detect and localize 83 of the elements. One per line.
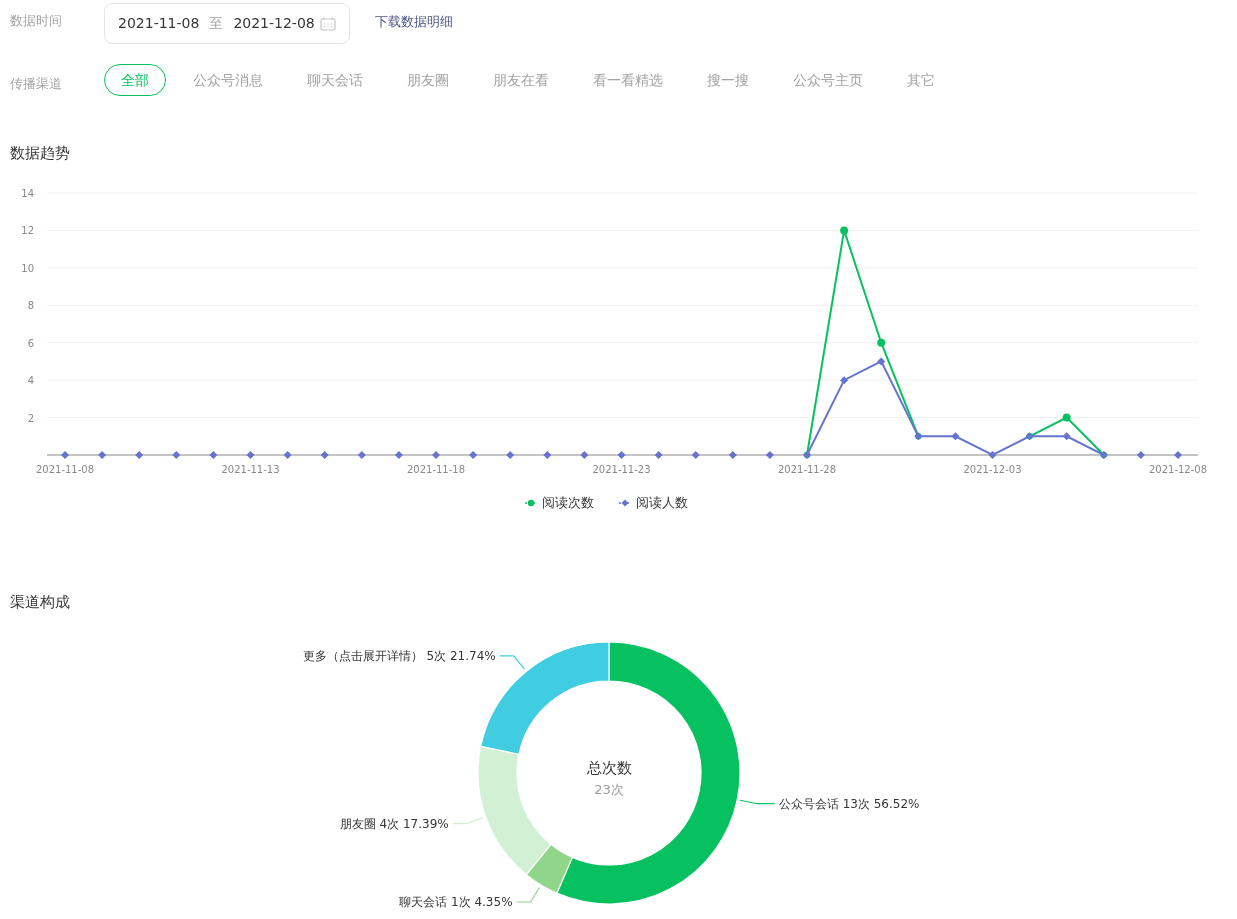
leader-line: [452, 817, 484, 825]
channel-tab[interactable]: 公众号主页: [776, 64, 880, 96]
data-point: [580, 451, 589, 459]
data-point: [320, 451, 329, 459]
channel-tab[interactable]: 聊天会话: [290, 64, 380, 96]
download-link[interactable]: 下载数据明细: [375, 0, 453, 32]
data-point: [951, 432, 960, 441]
data-point: [1174, 451, 1182, 459]
data-point: [728, 451, 737, 459]
calendar-icon: [320, 16, 336, 31]
data-point: [246, 451, 255, 459]
data-point: [469, 451, 478, 459]
data-point: [840, 226, 849, 235]
legend-item[interactable]: 阅读次数: [524, 495, 594, 510]
x-axis-label: 2021-11-28: [777, 464, 837, 475]
leader-line: [515, 886, 540, 903]
data-point: [1062, 432, 1071, 441]
filter-label: 传播渠道: [10, 75, 63, 93]
leader-line: [739, 799, 776, 805]
data-point: [1025, 432, 1034, 441]
data-point: [172, 451, 181, 459]
end-date: 2021-12-08: [233, 14, 315, 33]
data-point: [357, 451, 366, 459]
data-point: [654, 451, 663, 459]
data-point: [432, 451, 440, 459]
date-separator: 至: [209, 14, 224, 33]
channel-tab[interactable]: 搜一搜: [690, 64, 766, 96]
x-axis-label: 2021-11-13: [221, 464, 280, 475]
x-axis-label: 2021-11-23: [592, 464, 651, 475]
y-axis-label: 2: [27, 412, 34, 424]
data-point: [988, 451, 997, 459]
slice-label: 公众号会话 13次 56.52%: [778, 796, 920, 811]
filter-label: 数据时间: [10, 12, 63, 30]
y-axis-label: 6: [27, 337, 34, 349]
donut-center-title: 总次数: [586, 758, 632, 779]
channel-tab[interactable]: 朋友在看: [476, 64, 566, 96]
x-axis-label: 2021-11-08: [35, 464, 95, 475]
leader-line: [499, 655, 526, 670]
x-axis-label: 2021-11-18: [406, 464, 466, 475]
data-point: [283, 451, 292, 459]
date-range-field[interactable]: 2021-11-08 至 2021-12-08: [104, 3, 350, 44]
x-axis-label: 2021-12-03: [963, 464, 1022, 475]
data-point: [506, 451, 515, 459]
data-point: [840, 376, 849, 385]
data-point: [765, 451, 774, 459]
data-point: [914, 432, 923, 441]
section-title: 数据趋势: [10, 143, 71, 162]
y-axis-label: 8: [27, 300, 34, 312]
y-axis-label: 4: [27, 375, 34, 387]
data-point: [877, 338, 886, 347]
donut-slice[interactable]: [556, 641, 741, 905]
data-point: [803, 451, 811, 459]
slice-label: 更多（点击展开详情） 5次 21.74%: [302, 648, 496, 663]
channel-tab[interactable]: 公众号消息: [176, 64, 280, 96]
data-point: [877, 357, 886, 366]
data-point: [617, 451, 626, 459]
data-point: [98, 451, 107, 459]
y-axis-label: 14: [21, 188, 34, 199]
channel-tab[interactable]: 看一看精选: [576, 64, 680, 96]
data-point: [1062, 413, 1071, 422]
data-point: [135, 451, 144, 459]
legend-item[interactable]: 阅读人数: [618, 495, 688, 510]
data-point: [394, 451, 403, 459]
channel-tab[interactable]: 朋友圈: [390, 64, 466, 96]
slice-label: 聊天会话 1次 4.35%: [399, 895, 513, 909]
donut-slice[interactable]: [477, 745, 552, 876]
section-title: 渠道构成: [10, 592, 71, 611]
data-point: [543, 451, 552, 459]
y-axis-label: 10: [21, 262, 34, 274]
slice-label: 朋友圈 4次 17.39%: [339, 816, 449, 831]
start-date: 2021-11-08: [118, 14, 200, 33]
data-point: [691, 451, 700, 459]
data-point: [1136, 451, 1145, 459]
x-axis-label: 2021-12-08: [1148, 464, 1208, 475]
data-point: [1099, 451, 1108, 459]
data-point: [61, 451, 69, 459]
donut-center-value: 23次: [594, 780, 624, 799]
channel-tab[interactable]: 其它: [890, 64, 952, 96]
y-axis-label: 12: [21, 225, 34, 237]
legend-label: 阅读人数: [636, 495, 688, 510]
legend-label: 阅读次数: [542, 495, 594, 510]
donut-slice[interactable]: [525, 843, 573, 894]
data-point: [209, 451, 218, 459]
